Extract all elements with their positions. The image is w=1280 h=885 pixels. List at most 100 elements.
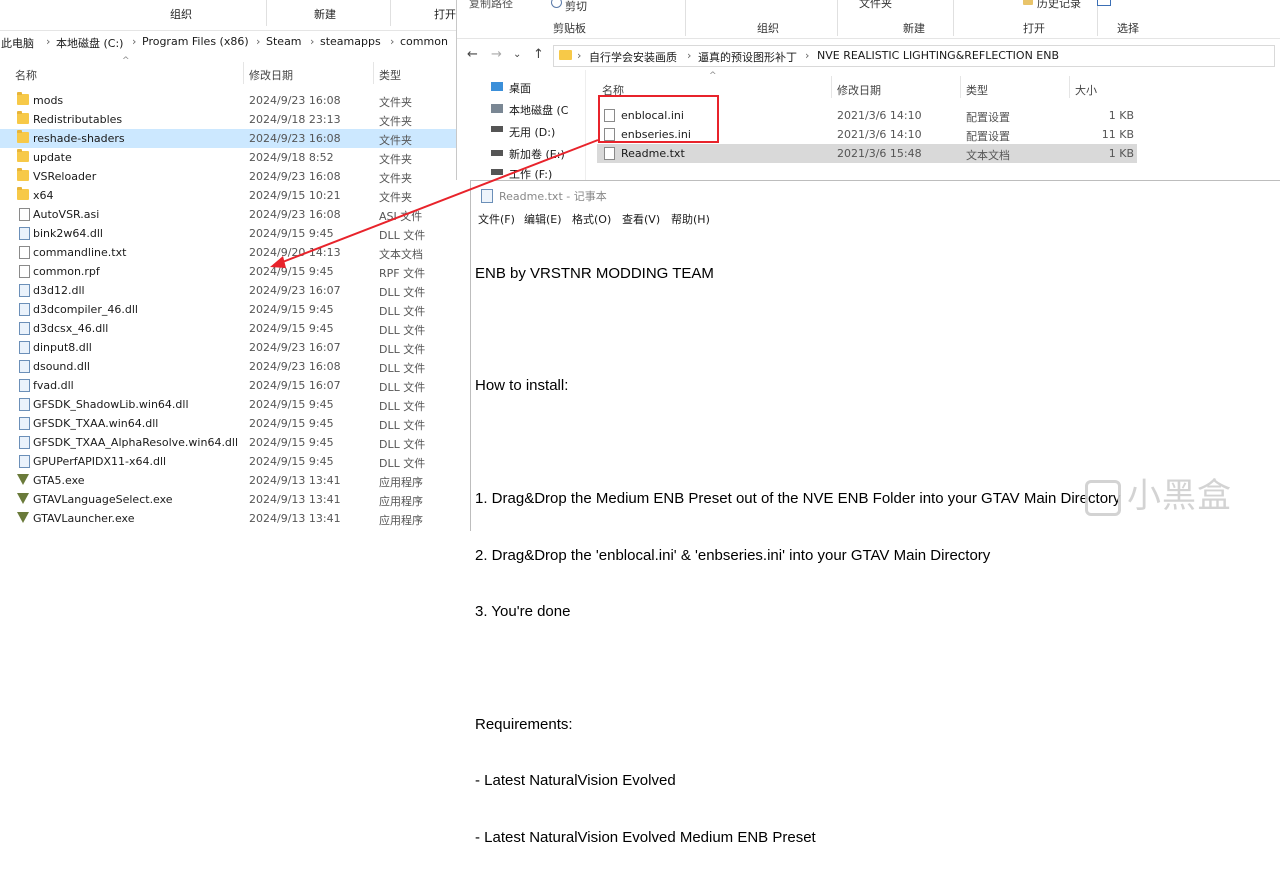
file-row[interactable]: mods 2024/9/23 16:08 文件夹 (0, 91, 456, 110)
notepad-icon (481, 189, 493, 203)
file-name: bink2w64.dll (33, 227, 103, 240)
file-date: 2024/9/23 16:07 (249, 284, 341, 297)
dll-file-icon (19, 417, 30, 430)
nav-item-drive-c[interactable]: 本地磁盘 (C (509, 102, 568, 118)
organize-group[interactable]: 组织 (170, 6, 192, 22)
column-header-type[interactable]: 类型 (966, 82, 988, 98)
file-row[interactable]: GTA5.exe 2024/9/13 13:41 应用程序 (0, 471, 456, 490)
file-row[interactable]: x64 2024/9/15 10:21 文件夹 (0, 186, 456, 205)
copy-path-button[interactable]: 复制路径 (469, 0, 513, 11)
column-divider[interactable] (960, 76, 961, 98)
column-header-type[interactable]: 类型 (379, 67, 401, 83)
file-name: AutoVSR.asi (33, 208, 100, 221)
file-row[interactable]: GFSDK_TXAA.win64.dll 2024/9/15 9:45 DLL 文件 (0, 414, 456, 433)
folder-button[interactable]: 文件夹 (859, 0, 892, 11)
file-row[interactable]: dinput8.dll 2024/9/23 16:07 DLL 文件 (0, 338, 456, 357)
breadcrumb-segment[interactable]: 此电脑 (1, 35, 34, 51)
chevron-right-icon: › (132, 35, 137, 48)
ribbon-divider (266, 0, 267, 26)
open-group[interactable]: 打开 (434, 6, 456, 22)
file-name: update (33, 151, 72, 164)
file-row[interactable]: Redistributables 2024/9/18 23:13 文件夹 (0, 110, 456, 129)
file-row[interactable]: bink2w64.dll 2024/9/15 9:45 DLL 文件 (0, 224, 456, 243)
column-divider[interactable] (831, 76, 832, 98)
chevron-right-icon: › (256, 35, 261, 48)
column-header-date[interactable]: 修改日期 (249, 67, 293, 83)
file-icon (19, 208, 30, 221)
breadcrumb-segment[interactable]: common (400, 35, 448, 48)
text-line (475, 321, 1275, 340)
file-row[interactable]: Readme.txt 2021/3/6 15:48 文本文档 1 KB (597, 144, 1137, 163)
select-group-label: 选择 (1117, 22, 1139, 35)
history-icon (1023, 0, 1033, 5)
file-row[interactable]: reshade-shaders 2024/9/23 16:08 文件夹 (0, 129, 456, 148)
dll-file-icon (19, 303, 30, 316)
ribbon-divider (953, 0, 954, 36)
left-breadcrumb[interactable]: 此电脑 › 本地磁盘 (C:) › Program Files (x86) › … (0, 32, 456, 52)
file-row[interactable]: GPUPerfAPIDX11-x64.dll 2024/9/15 9:45 DLL … (0, 452, 456, 471)
column-header-name[interactable]: 名称 (15, 67, 37, 83)
file-row[interactable]: fvad.dll 2024/9/15 16:07 DLL 文件 (0, 376, 456, 395)
nav-item-desktop[interactable]: 桌面 (509, 80, 531, 96)
highlight-box (598, 95, 719, 143)
file-row[interactable]: commandline.txt 2024/9/20 14:13 文本文档 (0, 243, 456, 262)
breadcrumb-segment[interactable]: Steam (266, 35, 302, 48)
column-divider[interactable] (1069, 76, 1070, 98)
file-name: d3dcompiler_46.dll (33, 303, 138, 316)
menu-format[interactable]: 格式(O) (572, 211, 611, 227)
drive-icon (491, 126, 503, 132)
file-row[interactable]: GTAVLanguageSelect.exe 2024/9/13 13:41 应用程… (0, 490, 456, 509)
notepad-titlebar[interactable]: Readme.txt - 记事本 (471, 181, 1280, 209)
breadcrumb-segment[interactable]: steamapps (320, 35, 381, 48)
file-row[interactable]: VSReloader 2024/9/23 16:08 文件夹 (0, 167, 456, 186)
text-line: - Latest NaturalVision Evolved (475, 772, 676, 790)
dll-file-icon (19, 341, 30, 354)
file-date: 2024/9/23 16:08 (249, 360, 341, 373)
window-title: Readme.txt - 记事本 (499, 190, 607, 203)
file-row[interactable]: dsound.dll 2024/9/23 16:08 DLL 文件 (0, 357, 456, 376)
history-button[interactable]: 历史记录 (1037, 0, 1081, 11)
file-row[interactable]: AutoVSR.asi 2024/9/23 16:08 ASI 文件 (0, 205, 456, 224)
file-row[interactable]: d3dcsx_46.dll 2024/9/15 9:45 DLL 文件 (0, 319, 456, 338)
nav-item-drive-e[interactable]: 新加卷 (E:) (509, 146, 565, 162)
file-type: 文件夹 (379, 153, 412, 166)
dll-file-icon (19, 398, 30, 411)
breadcrumb-segment[interactable]: Program Files (x86) (142, 35, 249, 48)
breadcrumb-segment[interactable]: 自行学会安装画质 (589, 49, 677, 65)
watermark-logo: 小黑盒 (1085, 468, 1232, 517)
menu-help[interactable]: 帮助(H) (671, 211, 710, 227)
menu-file[interactable]: 文件(F) (478, 211, 515, 227)
file-date: 2024/9/23 16:08 (249, 94, 341, 107)
right-address-bar[interactable]: › 自行学会安装画质 › 逼真的预设图形补丁 › NVE REALISTIC L… (457, 41, 1280, 69)
menu-view[interactable]: 查看(V) (622, 211, 660, 227)
file-date: 2024/9/20 14:13 (249, 246, 341, 259)
text-line: Requirements: (475, 715, 573, 733)
watermark-icon (1085, 479, 1121, 516)
column-header-date[interactable]: 修改日期 (837, 82, 881, 98)
file-type: 文件夹 (379, 115, 412, 128)
file-row[interactable]: GTAVLauncher.exe 2024/9/13 13:41 应用程序 (0, 509, 456, 528)
file-name: Redistributables (33, 113, 123, 126)
file-row[interactable]: GFSDK_TXAA_AlphaResolve.win64.dll 2024/9/… (0, 433, 456, 452)
breadcrumb-segment[interactable]: NVE REALISTIC LIGHTING&REFLECTION ENB (817, 49, 1059, 62)
column-header-size[interactable]: 大小 (1075, 82, 1097, 98)
menu-edit[interactable]: 编辑(E) (524, 211, 562, 227)
cut-button[interactable]: 剪切 (565, 0, 587, 14)
breadcrumb-segment[interactable]: 逼真的预设图形补丁 (698, 49, 797, 65)
new-group[interactable]: 新建 (314, 6, 336, 22)
chevron-right-icon: › (46, 35, 51, 48)
column-divider[interactable] (243, 62, 244, 84)
drive-icon (491, 169, 503, 175)
file-row[interactable]: d3d12.dll 2024/9/23 16:07 DLL 文件 (0, 281, 456, 300)
dll-file-icon (19, 379, 30, 392)
nav-item-drive-d[interactable]: 无用 (D:) (509, 124, 555, 140)
file-row[interactable]: update 2024/9/18 8:52 文件夹 (0, 148, 456, 167)
breadcrumb-segment[interactable]: 本地磁盘 (C:) (56, 35, 123, 51)
file-row[interactable]: d3dcompiler_46.dll 2024/9/15 9:45 DLL 文件 (0, 300, 456, 319)
file-row[interactable]: GFSDK_ShadowLib.win64.dll 2024/9/15 9:45 D… (0, 395, 456, 414)
column-divider[interactable] (373, 62, 374, 84)
scissors-icon (551, 0, 562, 8)
file-size: 1 KB (1108, 109, 1134, 122)
file-date: 2024/9/15 9:45 (249, 455, 334, 468)
file-row[interactable]: common.rpf 2024/9/15 9:45 RPF 文件 (0, 262, 456, 281)
